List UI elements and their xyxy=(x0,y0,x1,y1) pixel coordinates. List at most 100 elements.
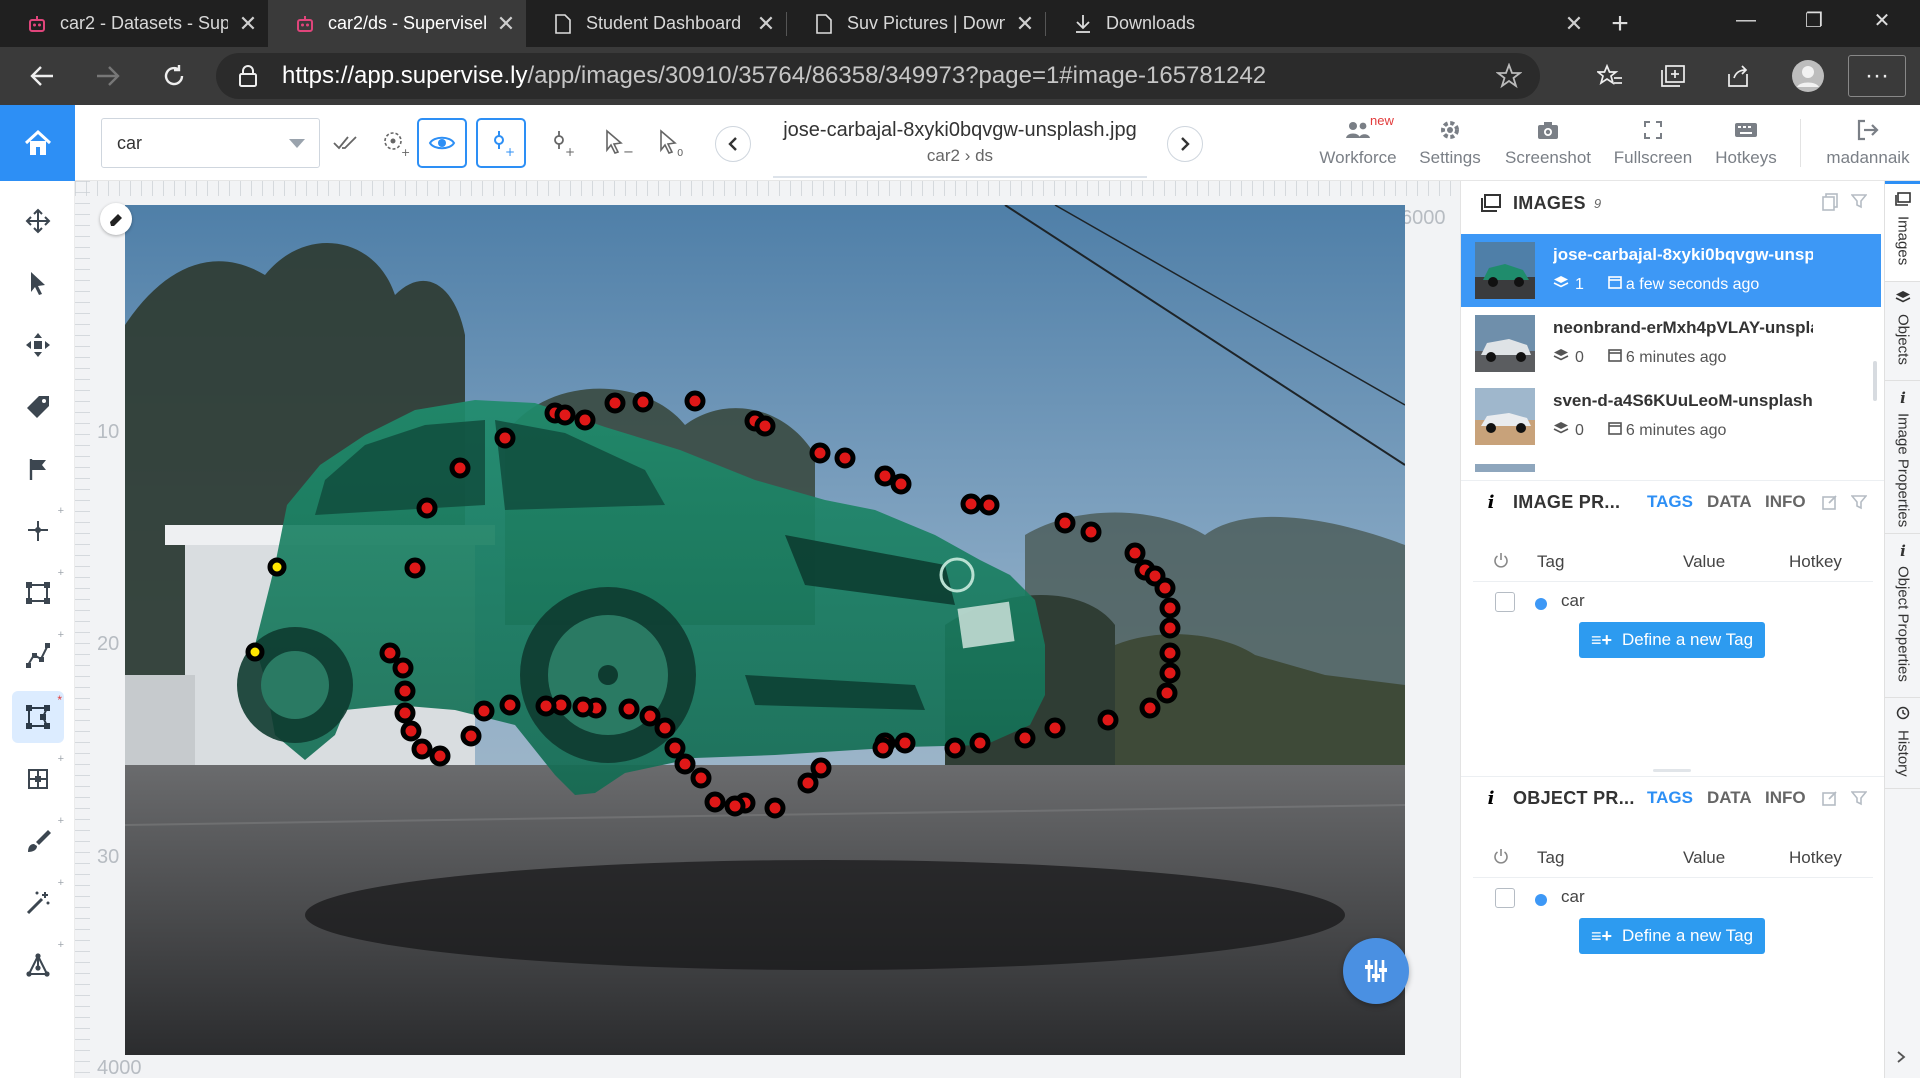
polygon-vertex[interactable] xyxy=(664,737,686,759)
polygon-vertex[interactable] xyxy=(960,493,982,515)
star-icon[interactable] xyxy=(1495,62,1523,94)
polygon-vertex[interactable] xyxy=(499,694,521,716)
polygon-vertex[interactable] xyxy=(872,737,894,759)
smart-select-icon[interactable]: + xyxy=(370,118,420,168)
polygon-vertex[interactable] xyxy=(704,791,726,813)
close-tab-icon[interactable]: ✕ xyxy=(1005,11,1045,37)
polygon-vertex[interactable] xyxy=(809,442,831,464)
next-image-button[interactable] xyxy=(1167,126,1203,162)
hotkeys-button[interactable]: Hotkeys xyxy=(1698,117,1794,168)
polygon-vertex[interactable] xyxy=(639,705,661,727)
polygon-vertex[interactable] xyxy=(618,698,640,720)
close-tab-icon[interactable]: ✕ xyxy=(228,11,268,37)
polygon-vertex[interactable] xyxy=(1159,642,1181,664)
polygon-vertex[interactable] xyxy=(392,657,414,679)
add-point-icon[interactable]: + xyxy=(476,118,526,168)
browser-tab[interactable]: Student Dashboard ✕ xyxy=(526,0,786,47)
prev-image-button[interactable] xyxy=(715,126,751,162)
collections-icon[interactable] xyxy=(1643,47,1703,105)
polygon-vertex[interactable] xyxy=(554,404,576,426)
keypoints-icon[interactable]: + xyxy=(12,939,64,991)
restore-icon[interactable]: ❐ xyxy=(1780,0,1848,40)
close-tab-icon[interactable]: ✕ xyxy=(486,11,526,37)
polygon-vertex[interactable] xyxy=(874,465,896,487)
browser-tab[interactable]: Downloads ✕ xyxy=(1046,0,1594,47)
annotation-canvas[interactable]: 6000 10 20 30 4000 xyxy=(75,181,1460,1079)
polygon-vertex[interactable] xyxy=(834,447,856,469)
browser-tab[interactable]: Suv Pictures | Download Fre ✕ xyxy=(787,0,1045,47)
refresh-icon[interactable] xyxy=(144,47,204,105)
polygon-vertex[interactable] xyxy=(690,767,712,789)
polygon-tool-icon[interactable]: * xyxy=(12,691,64,743)
polygon-vertex[interactable] xyxy=(1159,662,1181,684)
tab-info[interactable]: INFO xyxy=(1765,492,1806,512)
class-select[interactable]: car xyxy=(101,118,320,168)
polygon-vertex[interactable] xyxy=(1054,512,1076,534)
browser-tab[interactable]: car2 - Datasets - Supervisel ✕ xyxy=(0,0,268,47)
brush-icon[interactable]: + xyxy=(12,815,64,867)
tab-data[interactable]: DATA xyxy=(1707,492,1752,512)
polygon-vertex[interactable] xyxy=(400,720,422,742)
polygon-vertex[interactable] xyxy=(1097,709,1119,731)
add-vertex-icon[interactable]: + xyxy=(538,118,588,168)
polygon-vertex[interactable] xyxy=(969,732,991,754)
polygon-vertex[interactable] xyxy=(411,738,433,760)
url-field[interactable]: https://app.supervise.ly/app/images/3091… xyxy=(216,53,1540,99)
polygon-vertex[interactable] xyxy=(724,795,746,817)
visibility-eye-icon[interactable] xyxy=(417,118,467,168)
side-tab-history[interactable]: History xyxy=(1885,698,1920,788)
bounding-box-icon[interactable]: + xyxy=(12,567,64,619)
polygon-vertex[interactable] xyxy=(404,557,426,579)
image-list-item[interactable]: neonbrand-erMxh4pVLAY-unspla 0 6 minutes… xyxy=(1461,307,1881,380)
polygon-vertex[interactable] xyxy=(684,390,706,412)
image-list-item[interactable]: jose-carbajal-8xyki0bqvgw-unspl 1 a few … xyxy=(1461,234,1881,307)
flag-icon[interactable] xyxy=(12,443,64,495)
new-tab-button[interactable]: + xyxy=(1600,0,1640,47)
adjustments-button[interactable] xyxy=(1343,938,1409,1004)
tab-data[interactable]: DATA xyxy=(1707,788,1752,808)
side-tab-object-properties[interactable]: i Object Properties xyxy=(1885,534,1920,697)
polygon-vertex[interactable] xyxy=(894,732,916,754)
settings-button[interactable]: Settings xyxy=(1402,117,1498,168)
polygon-vertex[interactable] xyxy=(1156,682,1178,704)
polygon-vertex[interactable] xyxy=(379,642,401,664)
browser-tab-active[interactable]: car2/ds - Supervisely ✕ xyxy=(268,0,526,47)
polygon-vertex[interactable] xyxy=(764,797,786,819)
back-icon[interactable] xyxy=(12,47,72,105)
annotated-photo[interactable] xyxy=(125,205,1405,1055)
minimize-icon[interactable]: — xyxy=(1712,0,1780,40)
polygon-vertex[interactable] xyxy=(1159,597,1181,619)
tag-checkbox[interactable] xyxy=(1495,888,1515,908)
polygon-vertex[interactable] xyxy=(604,392,626,414)
graph-tool-icon[interactable]: + xyxy=(12,753,64,805)
polygon-vertex[interactable] xyxy=(1154,577,1176,599)
chevron-right-icon[interactable] xyxy=(1895,1049,1907,1070)
edit-icon[interactable] xyxy=(1819,790,1841,806)
remove-cursor-icon[interactable]: − xyxy=(592,118,642,168)
point-tool-icon[interactable]: + xyxy=(12,505,64,557)
select-cursor-icon[interactable]: 0 xyxy=(646,118,696,168)
eraser-icon[interactable] xyxy=(100,203,132,235)
polygon-vertex[interactable] xyxy=(890,473,912,495)
polygon-vertex[interactable] xyxy=(754,415,776,437)
confirm-check-icon[interactable] xyxy=(320,118,370,168)
move-object-icon[interactable] xyxy=(12,319,64,371)
side-tab-image-properties[interactable]: i Image Properties xyxy=(1885,381,1920,533)
close-tab-icon[interactable]: ✕ xyxy=(1554,11,1594,37)
forward-icon[interactable] xyxy=(78,47,138,105)
polygon-vertex[interactable] xyxy=(535,695,557,717)
filter-icon[interactable] xyxy=(1848,790,1870,806)
tag-checkbox[interactable] xyxy=(1495,592,1515,612)
polygon-vertex[interactable] xyxy=(978,494,1000,516)
polygon-vertex[interactable] xyxy=(1014,727,1036,749)
side-tab-objects[interactable]: Objects xyxy=(1885,282,1920,380)
panel-resize-handle[interactable] xyxy=(1653,769,1691,772)
edit-icon[interactable] xyxy=(1819,494,1841,510)
side-tab-images[interactable]: Images xyxy=(1885,181,1920,281)
images-scrollbar[interactable] xyxy=(1873,361,1877,401)
tab-info[interactable]: INFO xyxy=(1765,788,1806,808)
active-vertex[interactable] xyxy=(245,642,265,662)
share-icon[interactable] xyxy=(1708,47,1768,105)
more-menu-icon[interactable]: ··· xyxy=(1848,55,1906,97)
close-tab-icon[interactable]: ✕ xyxy=(746,11,786,37)
